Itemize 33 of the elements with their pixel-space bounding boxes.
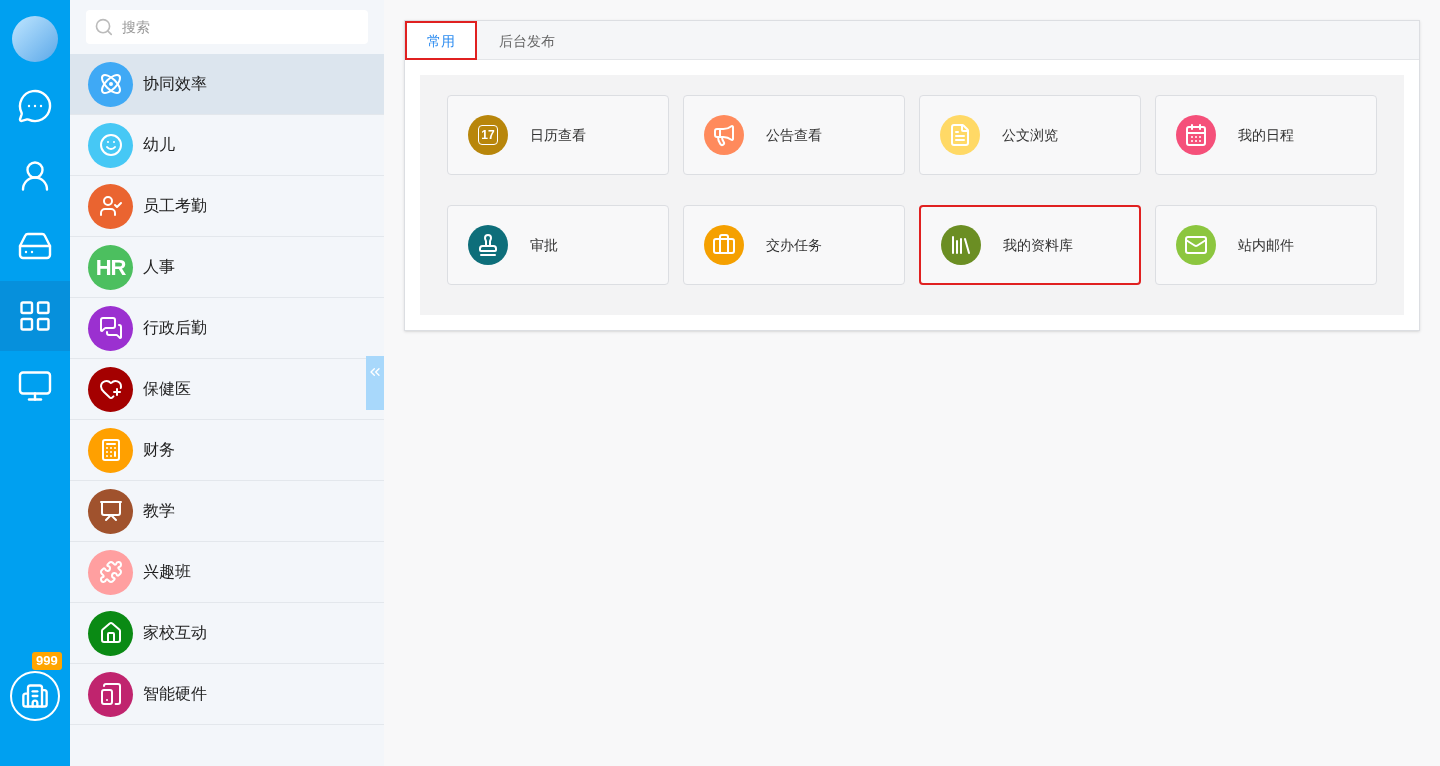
module-item[interactable]: 智能硬件	[70, 664, 366, 724]
module-item[interactable]: 教学	[70, 481, 366, 541]
hr-icon: HR	[88, 244, 133, 290]
app-tile[interactable]: 审批	[447, 205, 669, 285]
search-icon	[94, 16, 114, 38]
app-tile[interactable]: 我的日程	[1155, 95, 1377, 175]
module-item[interactable]: 财务	[70, 420, 366, 480]
chat-icon	[17, 88, 53, 124]
building-icon	[21, 682, 49, 710]
module-item[interactable]: 行政后勤	[70, 298, 366, 358]
calendar-icon: 17	[468, 115, 508, 155]
module-item[interactable]: 幼儿	[70, 115, 366, 175]
module-item[interactable]: 保健医	[70, 359, 366, 419]
notification-badge: 999	[32, 652, 62, 670]
app-tile[interactable]: 交办任务	[683, 205, 905, 285]
app-tile[interactable]: 我的资料库	[919, 205, 1141, 285]
module-item[interactable]: HR 人事	[70, 237, 366, 297]
module-item[interactable]: 员工考勤	[70, 176, 366, 236]
module-item[interactable]: 兴趣班	[70, 542, 366, 602]
apps-grid-icon	[17, 298, 53, 334]
tab[interactable]: 后台发布	[477, 21, 577, 60]
app-tile[interactable]: 公告查看	[683, 95, 905, 175]
tab[interactable]: 常用	[405, 21, 477, 60]
app-tile[interactable]: 站内邮件	[1155, 205, 1377, 285]
organization-button[interactable]	[10, 671, 60, 721]
rail-nav-button[interactable]	[0, 281, 70, 351]
app-tile[interactable]: 17 日历查看	[447, 95, 669, 175]
search-field[interactable]: 搜索	[86, 10, 368, 44]
avatar[interactable]	[12, 16, 58, 62]
search-input[interactable]: 搜索	[121, 17, 360, 37]
monitor-icon	[17, 368, 53, 404]
module-item[interactable]: 家校互动	[70, 603, 366, 663]
app-tile[interactable]: 公文浏览	[919, 95, 1141, 175]
